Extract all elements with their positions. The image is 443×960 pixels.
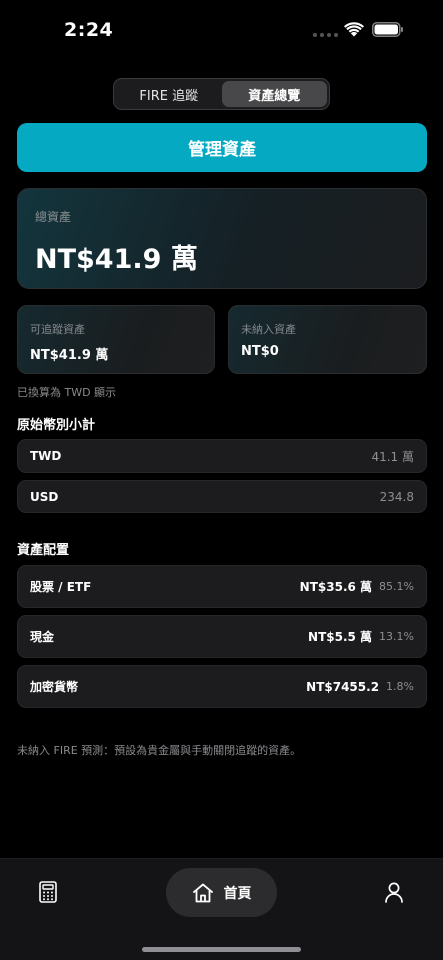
bottom-tab-bar: 首頁 [0,858,443,960]
status-time: 2:24 [64,19,114,41]
allocation-percent: 1.8% [386,680,414,693]
tab-fire-tracking[interactable]: FIRE 追蹤 [116,81,222,107]
currency-row-twd: TWD 41.1 萬 [17,439,427,473]
total-assets-value: NT$41.9 萬 [35,244,198,275]
tab-home-label: 首頁 [223,885,252,902]
allocation-percent: 85.1% [379,580,414,593]
allocation-percent: 13.1% [379,630,414,643]
untracked-assets-label: 未納入資產 [241,323,296,336]
battery-icon [372,22,403,37]
home-icon [192,883,213,902]
manage-assets-button[interactable]: 管理資產 [17,123,427,172]
view-segmented-control: FIRE 追蹤 資產總覽 [113,78,330,110]
calculator-icon[interactable] [38,881,58,903]
allocation-label: 股票 / ETF [30,580,92,594]
allocation-row-cash: 現金 NT$5.5 萬 13.1% [17,615,427,658]
trackable-assets-card: 可追蹤資產 NT$41.9 萬 [17,305,215,374]
currency-amount: 41.1 萬 [371,449,414,464]
allocation-amount: NT$7455.2 [306,679,380,694]
currency-amount: 234.8 [379,489,414,504]
allocation-row-stocks: 股票 / ETF NT$35.6 萬 85.1% [17,565,427,608]
user-icon[interactable] [384,882,404,903]
status-bar: 2:24 [0,0,443,60]
total-assets-card: 總資產 NT$41.9 萬 [17,188,427,289]
tab-asset-overview[interactable]: 資產總覽 [221,81,327,107]
trackable-assets-label: 可追蹤資產 [30,323,85,336]
trackable-assets-value: NT$41.9 萬 [30,348,109,363]
currency-code: USD [30,489,59,504]
total-assets-label: 總資產 [35,210,72,224]
signal-dots-icon [313,33,338,37]
allocation-amount: NT$5.5 萬 [308,630,373,644]
currency-subtotal-title: 原始幣別小計 [17,418,96,433]
fire-exclusion-footnote: 未納入 FIRE 預測：預設為貴金屬與手動關閉追蹤的資產。 [17,744,302,757]
untracked-assets-value: NT$0 [241,344,279,359]
allocation-amount: NT$35.6 萬 [299,580,373,594]
tab-home[interactable]: 首頁 [166,868,277,917]
currency-row-usd: USD 234.8 [17,480,427,513]
allocation-label: 加密貨幣 [30,680,79,694]
currency-conversion-note: 已換算為 TWD 顯示 [17,386,117,399]
untracked-assets-card: 未納入資產 NT$0 [228,305,427,374]
currency-code: TWD [30,449,62,463]
allocation-row-crypto: 加密貨幣 NT$7455.2 1.8% [17,665,427,708]
allocation-label: 現金 [30,630,55,644]
home-indicator [142,947,301,952]
asset-allocation-title: 資產配置 [17,543,70,558]
wifi-icon [344,22,364,37]
